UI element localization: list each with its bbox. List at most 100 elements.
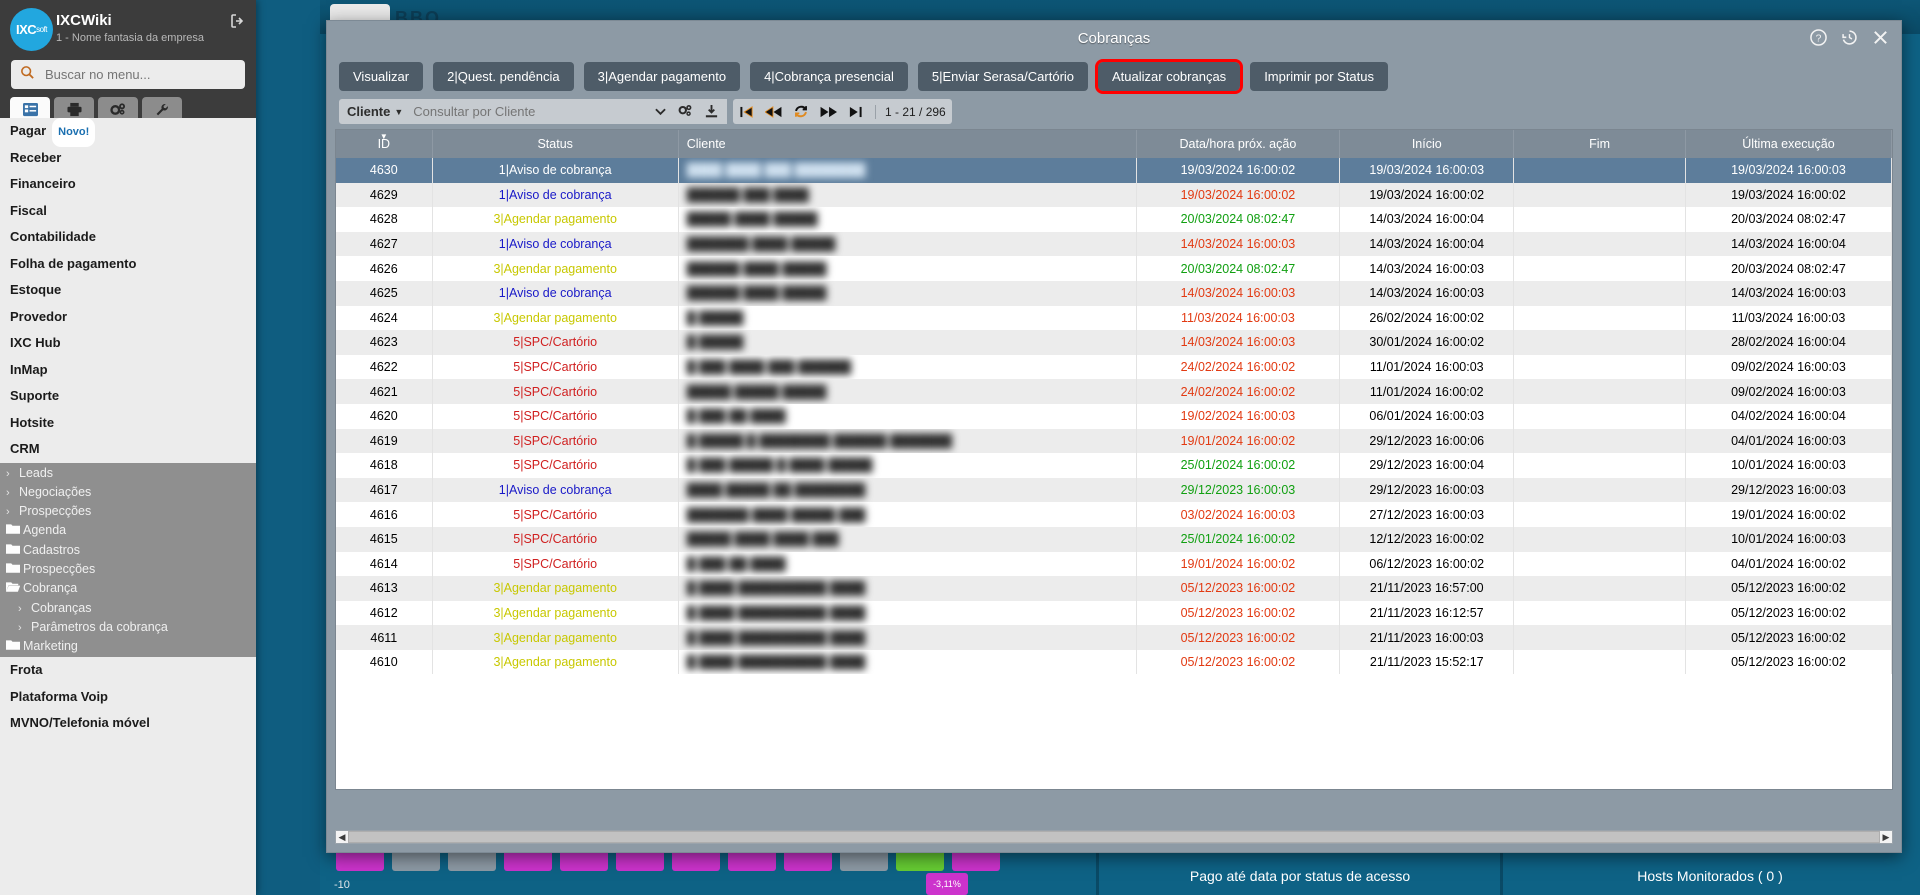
toolbar-button-4-cobran-a-presencial[interactable]: 4|Cobrança presencial (750, 61, 908, 91)
cell-inicio: 21/11/2023 16:12:57 (1339, 600, 1515, 626)
cell-proxima-acao: 25/01/2024 16:00:02 (1136, 453, 1341, 478)
table-row[interactable]: 4621 5|SPC/Cartório █████ █████ █████ 24/02… (336, 379, 1892, 404)
sidebar-item-estoque[interactable]: Estoque (0, 277, 256, 304)
sidebar-secondary-items: Frota Plataforma Voip MVNO/Telefonia móvel (0, 657, 256, 737)
sidebar-item-contabilidade[interactable]: Contabilidade (0, 224, 256, 251)
table-row[interactable]: 4630 1|Aviso de cobrança ████ ████ ███ ███… (336, 158, 1892, 183)
table-row[interactable]: 4624 3|Agendar pagamento █ █████ 11/03/2024… (336, 305, 1892, 331)
menu-search[interactable] (11, 60, 245, 89)
table-row[interactable]: 4615 5|SPC/Cartório █████ ████ ████ ███ 25/… (336, 526, 1892, 552)
redacted-client-name: █ ████ ██████████ ████ (686, 630, 866, 645)
table-row[interactable]: 4610 3|Agendar pagamento █ ████ ██████████… (336, 649, 1892, 675)
sidebar-menu: Pagar Novo! Receber Financeiro Fiscal Contabi… (0, 118, 256, 895)
sidebar-item-folha-de-pagamento[interactable]: Folha de pagamento (0, 251, 256, 278)
cell-inicio: 12/12/2023 16:00:02 (1339, 526, 1515, 552)
prev-page-icon[interactable] (765, 105, 782, 119)
advanced-filter-icon[interactable] (677, 104, 693, 119)
sidebar-item-suporte[interactable]: Suporte (0, 383, 256, 410)
sidebar-item-label: CRM (10, 441, 40, 456)
sidebar-item-ixc-hub[interactable]: IXC Hub (0, 330, 256, 357)
filter-input[interactable] (411, 103, 607, 120)
table-row[interactable]: 4611 3|Agendar pagamento █ ████ ██████████… (336, 625, 1892, 650)
cell-fim (1513, 403, 1686, 429)
filter-column-select[interactable]: Cliente (347, 104, 390, 119)
sidebar-subitem-prospec-es[interactable]: › Prospecções (0, 502, 256, 521)
table-row[interactable]: 4612 3|Agendar pagamento █ ████ ██████████… (336, 600, 1892, 626)
cell-ultima-execucao: 05/12/2023 16:00:02 (1685, 600, 1892, 626)
sidebar-subitem-agenda[interactable]: Agenda (0, 521, 256, 540)
refresh-icon[interactable] (793, 104, 809, 119)
toolbar-button-5-enviar-serasa-cart-rio[interactable]: 5|Enviar Serasa/Cartório (917, 61, 1089, 91)
sidebar: IXC soft IXCWiki 1 - Nome fantasia da emp… (0, 0, 256, 895)
first-page-icon[interactable] (739, 105, 754, 119)
scroll-right-icon[interactable]: ▶ (1880, 832, 1892, 843)
grid-header-fim[interactable]: Fim (1513, 130, 1686, 158)
grid-header-id[interactable]: ▼ ID (336, 130, 433, 158)
table-row[interactable]: 4616 5|SPC/Cartório ███████ ████ █████ ███… (336, 502, 1892, 527)
table-row[interactable]: 4622 5|SPC/Cartório █ ███ ████ ███ ██████ 2… (336, 354, 1892, 380)
sidebar-item-inmap[interactable]: InMap (0, 357, 256, 384)
sidebar-item-financeiro[interactable]: Financeiro (0, 171, 256, 198)
sidebar-subitem-prospec-es[interactable]: Prospecções (0, 560, 256, 579)
toolbar-button-3-agendar-pagamento[interactable]: 3|Agendar pagamento (583, 61, 741, 91)
scroll-left-icon[interactable]: ◀ (336, 832, 348, 843)
table-row[interactable]: 4617 1|Aviso de cobrança ████ █████ ██ ███… (336, 477, 1892, 503)
toolbar-button-visualizar[interactable]: Visualizar (339, 61, 424, 91)
grid-header-prox[interactable]: Data/hora próx. ação (1136, 130, 1341, 158)
history-icon[interactable] (1841, 29, 1858, 46)
close-icon[interactable] (1872, 29, 1889, 46)
table-row[interactable]: 4614 5|SPC/Cartório █ ███ ██ ████ 19/01/202… (336, 551, 1892, 577)
sidebar-item-fiscal[interactable]: Fiscal (0, 198, 256, 225)
table-row[interactable]: 4620 5|SPC/Cartório █ ███ ██ ████ 19/02/202… (336, 403, 1892, 429)
sidebar-subitem-leads[interactable]: › Leads (0, 464, 256, 483)
table-row[interactable]: 4619 5|SPC/Cartório █ █████ █ ████████ ███… (336, 428, 1892, 454)
filter-field[interactable]: Cliente ▼ (339, 99, 727, 124)
logout-icon[interactable] (230, 13, 246, 34)
table-row[interactable]: 4628 3|Agendar pagamento █████ ████ █████ 2… (336, 207, 1892, 232)
toolbar-button-atualizar-cobran-as[interactable]: Atualizar cobranças (1095, 58, 1244, 94)
grid-header-cliente[interactable]: Cliente (678, 130, 1137, 158)
sidebar-item-pagar[interactable]: Pagar Novo! (0, 118, 256, 147)
table-row[interactable]: 4627 1|Aviso de cobrança ███████ ████ ████… (336, 231, 1892, 257)
cell-inicio: 19/03/2024 16:00:02 (1339, 182, 1515, 208)
table-row[interactable]: 4626 3|Agendar pagamento ██████ ████ █████… (336, 256, 1892, 281)
sidebar-item-provedor[interactable]: Provedor (0, 304, 256, 331)
sidebar-item-plataforma-voip[interactable]: Plataforma Voip (0, 684, 256, 711)
chevron-down-icon[interactable]: ▼ (394, 107, 403, 117)
table-row[interactable]: 4629 1|Aviso de cobrança ██████ ███ ████ 19… (336, 182, 1892, 208)
search-input[interactable] (43, 66, 223, 83)
table-row[interactable]: 4613 3|Agendar pagamento █ ████ ██████████… (336, 576, 1892, 601)
cell-proxima-acao: 29/12/2023 16:00:03 (1136, 477, 1341, 503)
scrollbar-thumb[interactable] (348, 831, 1880, 843)
sidebar-item-receber[interactable]: Receber (0, 145, 256, 172)
table-row[interactable]: 4623 5|SPC/Cartório █ █████ 14/03/2024 16:0… (336, 330, 1892, 355)
cell-id: 4617 (336, 477, 433, 503)
grid-header-inicio[interactable]: Início (1339, 130, 1515, 158)
table-row[interactable]: 4618 5|SPC/Cartório █ ███ █████ █ ████ ███… (336, 453, 1892, 478)
sidebar-item-mvno-telefonia-m-vel[interactable]: MVNO/Telefonia móvel (0, 710, 256, 737)
help-icon[interactable]: ? (1810, 29, 1827, 46)
table-row[interactable]: 4625 1|Aviso de cobrança ██████ ████ █████… (336, 280, 1892, 306)
cell-proxima-acao: 14/03/2024 16:00:03 (1136, 231, 1341, 257)
sidebar-item-crm[interactable]: CRM (0, 436, 256, 463)
sidebar-subitem-marketing[interactable]: Marketing (0, 637, 256, 656)
last-page-icon[interactable] (848, 105, 863, 119)
cell-ultima-execucao: 10/01/2024 16:00:03 (1685, 453, 1892, 478)
horizontal-scrollbar[interactable]: ◀ ▶ (335, 830, 1893, 844)
sidebar-item-frota[interactable]: Frota (0, 657, 256, 684)
grid-header-status[interactable]: Status (432, 130, 679, 158)
cell-proxima-acao: 24/02/2024 16:00:02 (1136, 379, 1341, 404)
grid-header-ultima[interactable]: Última execução (1685, 130, 1892, 158)
sidebar-subitem-cobran-a[interactable]: Cobrança (0, 579, 256, 598)
sidebar-subitem-cadastros[interactable]: Cadastros (0, 541, 256, 560)
sidebar-subitem-par-metros-da-cobran-a[interactable]: › Parâmetros da cobrança (0, 618, 256, 637)
sidebar-subitem-negocia-es[interactable]: › Negociações (0, 483, 256, 502)
export-icon[interactable] (704, 104, 719, 119)
toolbar-button-imprimir-por-status[interactable]: Imprimir por Status (1250, 61, 1388, 91)
toolbar-button-2-quest-pend-ncia[interactable]: 2|Quest. pendência (433, 61, 574, 91)
sidebar-item-hotsite[interactable]: Hotsite (0, 410, 256, 437)
sidebar-subitem-cobran-as[interactable]: › Cobranças (0, 599, 256, 618)
chevron-down-icon-filter[interactable] (655, 108, 666, 116)
next-page-icon[interactable] (820, 105, 837, 119)
cell-cliente: ███████ ████ █████ ███ (678, 502, 1137, 527)
